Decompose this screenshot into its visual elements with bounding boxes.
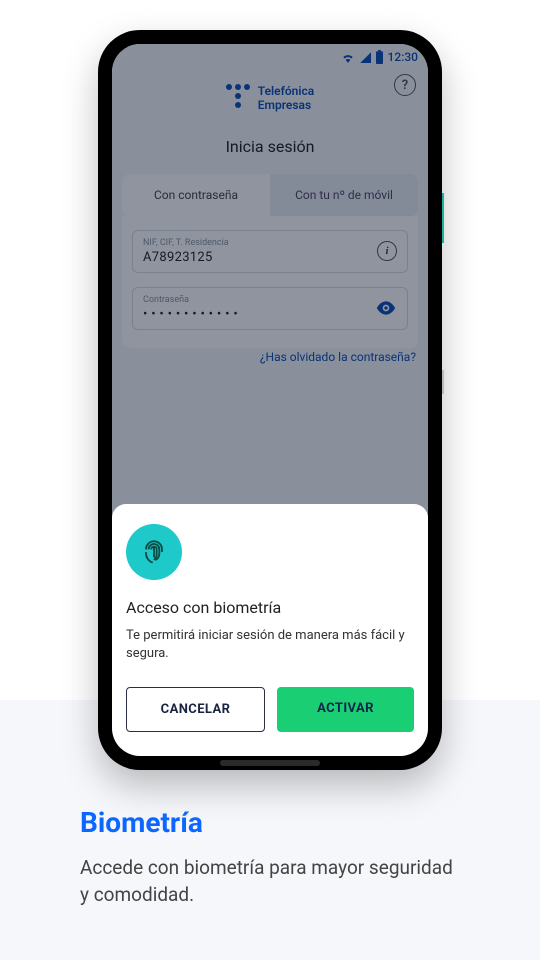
modal-actions: CANCELAR ACTIVAR: [126, 687, 414, 732]
caption-title: Biometría: [80, 806, 460, 839]
caption-block: Biometría Accede con biometría para mayo…: [80, 806, 460, 908]
phone-screen: 12:30 ? Telefónica Empresas Inicia ses: [112, 44, 428, 756]
cancel-button[interactable]: CANCELAR: [126, 687, 265, 732]
fingerprint-icon: [126, 524, 182, 580]
activate-button[interactable]: ACTIVAR: [277, 687, 414, 732]
caption-description: Accede con biometría para mayor segurida…: [80, 855, 460, 908]
modal-title: Acceso con biometría: [126, 598, 414, 617]
modal-description: Te permitirá iniciar sesión de manera má…: [126, 627, 414, 663]
biometric-modal: Acceso con biometría Te permitirá inicia…: [112, 504, 428, 756]
phone-frame: 12:30 ? Telefónica Empresas Inicia ses: [98, 30, 442, 770]
phone-home-bar: [220, 760, 320, 766]
